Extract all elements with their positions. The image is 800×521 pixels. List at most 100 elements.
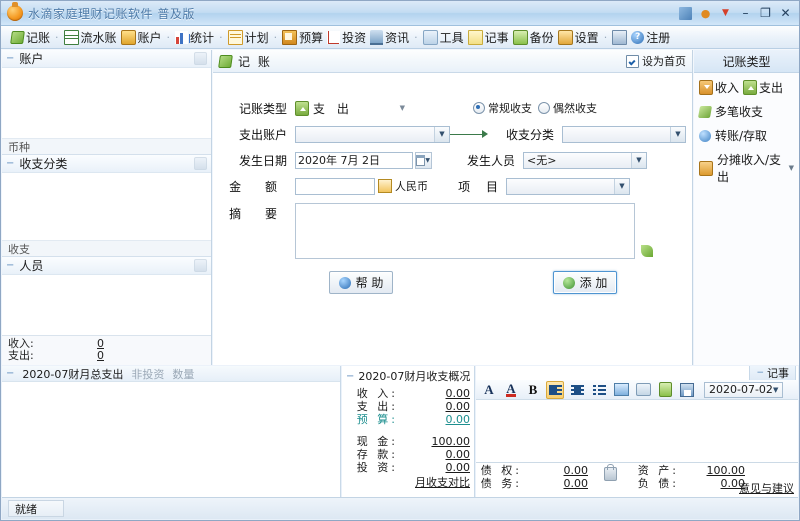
- collapse-icon[interactable]: −: [6, 53, 14, 64]
- radio-occasional[interactable]: 偶然收支: [538, 100, 597, 116]
- notes-tab[interactable]: − 记事: [749, 366, 796, 381]
- expense-account-select[interactable]: ▼: [295, 125, 450, 143]
- chevron-down-icon[interactable]: ▼: [773, 386, 782, 394]
- add-button[interactable]: 添 加: [553, 271, 617, 294]
- sidebar-panel-header-accounts[interactable]: − 账户: [2, 50, 211, 68]
- monthly-comparison-link[interactable]: 月收支对比: [342, 474, 474, 490]
- right-item-label: 分摊收入/支出: [717, 153, 782, 184]
- calendar-icon[interactable]: ▼: [415, 151, 432, 169]
- checkbox-icon[interactable]: [626, 54, 639, 68]
- panel-tool-icon[interactable]: [194, 157, 207, 170]
- close-button[interactable]: ✕: [779, 7, 792, 20]
- font-icon[interactable]: A: [480, 381, 498, 399]
- panel-tool-icon[interactable]: [194, 259, 207, 272]
- toolbar-item-zhuce[interactable]: ? 注册: [629, 28, 672, 47]
- project-select[interactable]: ▼: [506, 177, 630, 195]
- toolbar-item-shezhi[interactable]: 设置: [556, 28, 601, 47]
- set-homepage-toggle[interactable]: 设为首页: [626, 53, 686, 69]
- radio-regular[interactable]: 常规收支: [473, 100, 532, 116]
- collapse-icon[interactable]: −: [6, 158, 14, 169]
- chevron-down-icon[interactable]: ▼: [789, 164, 794, 172]
- sidebar-panel-header-persons[interactable]: − 人员: [2, 257, 211, 275]
- collapse-icon[interactable]: −: [756, 368, 764, 378]
- toolbar-item-zixun[interactable]: 资讯: [368, 28, 411, 47]
- insert-comment-icon[interactable]: [634, 381, 652, 399]
- footer-value[interactable]: 0.00: [683, 477, 746, 490]
- amount-input[interactable]: [295, 177, 375, 195]
- summary-value[interactable]: 0.00: [404, 413, 471, 426]
- notes-textarea[interactable]: [476, 400, 798, 462]
- toolbar-item-zhanghu[interactable]: 账户: [119, 28, 164, 47]
- chevron-down-icon[interactable]: ▼: [434, 126, 449, 142]
- right-item-multi-entry[interactable]: 多笔收支: [697, 103, 794, 120]
- right-item-expense[interactable]: 支出: [743, 79, 783, 96]
- minimize-button[interactable]: –: [739, 7, 752, 20]
- toolbar-item-tongji[interactable]: 统计: [173, 28, 216, 47]
- sidebar-panel-footer-income-expense[interactable]: 收支: [2, 240, 211, 256]
- save-icon[interactable]: [678, 381, 696, 399]
- radio-selected-icon[interactable]: [473, 102, 485, 114]
- toolbar-item-beifen[interactable]: 备份: [511, 28, 556, 47]
- footer-value[interactable]: 100.00: [683, 464, 746, 477]
- toolbar-label: 资讯: [385, 30, 410, 45]
- bottom-left-tab-noninvest[interactable]: 非投资: [131, 366, 164, 382]
- sidebar-panel-footer-currency[interactable]: 币种: [2, 138, 211, 154]
- radio-unselected-icon[interactable]: [538, 102, 550, 114]
- restore-group-icon[interactable]: [679, 6, 692, 20]
- sidebar-panel-body-categories[interactable]: [2, 173, 211, 240]
- chevron-down-icon[interactable]: ▼: [631, 152, 646, 168]
- toolbar-item-gongju[interactable]: 工具: [421, 28, 466, 47]
- bottom-left-tab-quantity[interactable]: 数量: [172, 366, 194, 382]
- toolbar-item-jishi[interactable]: 记事: [466, 28, 511, 47]
- memo-textarea[interactable]: [295, 203, 635, 259]
- toolbar-item-jizhang[interactable]: 记账: [9, 28, 52, 47]
- total-expense-value[interactable]: 0: [46, 350, 104, 362]
- toolbar-item-jihua[interactable]: 计划: [226, 28, 271, 47]
- sidebar-panel-body-persons[interactable]: [2, 275, 211, 335]
- category-select[interactable]: ▼: [562, 125, 686, 143]
- toolbar-item-touzi[interactable]: 投资: [325, 28, 368, 47]
- lock-icon[interactable]: [604, 464, 617, 481]
- user-icon[interactable]: ●: [699, 7, 712, 20]
- summary-value[interactable]: 0.00: [404, 448, 471, 461]
- font-color-icon[interactable]: A: [502, 381, 520, 399]
- summary-value[interactable]: 0.00: [404, 461, 471, 474]
- record-type-select[interactable]: 支 出 ▼: [295, 100, 415, 117]
- quick-memo-icon[interactable]: [641, 245, 653, 257]
- collapse-icon[interactable]: −: [6, 260, 14, 271]
- toolbar-item-liushuizhang[interactable]: 流水账: [62, 28, 119, 47]
- chevron-down-icon[interactable]: ▼: [400, 104, 415, 112]
- align-center-icon[interactable]: [568, 381, 586, 399]
- help-button[interactable]: 帮 助: [329, 271, 393, 294]
- skin-chevron-down-icon[interactable]: ▼: [719, 7, 732, 20]
- total-income-value[interactable]: 0: [46, 338, 104, 350]
- footer-value[interactable]: 0.00: [526, 464, 589, 477]
- toolbar-item-calculator[interactable]: [610, 29, 629, 46]
- chevron-down-icon[interactable]: ▼: [614, 178, 629, 194]
- collapse-icon[interactable]: −: [6, 368, 14, 379]
- sidebar-panel-body-accounts[interactable]: [2, 68, 211, 138]
- date-input[interactable]: 2020年 7月 2日: [295, 151, 413, 169]
- currency-indicator[interactable]: 人民币: [378, 178, 442, 194]
- bold-icon[interactable]: B: [524, 381, 542, 399]
- summary-value[interactable]: 100.00: [404, 435, 471, 448]
- right-item-split[interactable]: 分摊收入/支出 ▼: [699, 151, 794, 185]
- right-item-transfer[interactable]: 转账/存取: [699, 127, 794, 144]
- chevron-down-icon[interactable]: ▼: [670, 126, 685, 142]
- sidebar-panel-header-categories[interactable]: − 收支分类: [2, 155, 211, 173]
- summary-value[interactable]: 0.00: [404, 387, 471, 400]
- right-item-income[interactable]: 收入: [699, 79, 739, 96]
- panel-tool-icon[interactable]: [194, 52, 207, 65]
- toolbar-item-yusuan[interactable]: 预算: [280, 28, 325, 47]
- align-left-icon[interactable]: [546, 380, 564, 399]
- export-icon[interactable]: [656, 381, 674, 399]
- notes-date-select[interactable]: 2020-07-02 ▼: [704, 381, 784, 398]
- feedback-link[interactable]: 意见与建议: [739, 480, 794, 496]
- person-select[interactable]: <无> ▼: [523, 151, 647, 169]
- bullet-list-icon[interactable]: [590, 381, 608, 399]
- footer-value[interactable]: 0.00: [526, 477, 589, 490]
- maximize-button[interactable]: ❐: [759, 7, 772, 20]
- insert-image-icon[interactable]: [612, 381, 630, 399]
- collapse-icon[interactable]: −: [346, 371, 354, 382]
- summary-value[interactable]: 0.00: [404, 400, 471, 413]
